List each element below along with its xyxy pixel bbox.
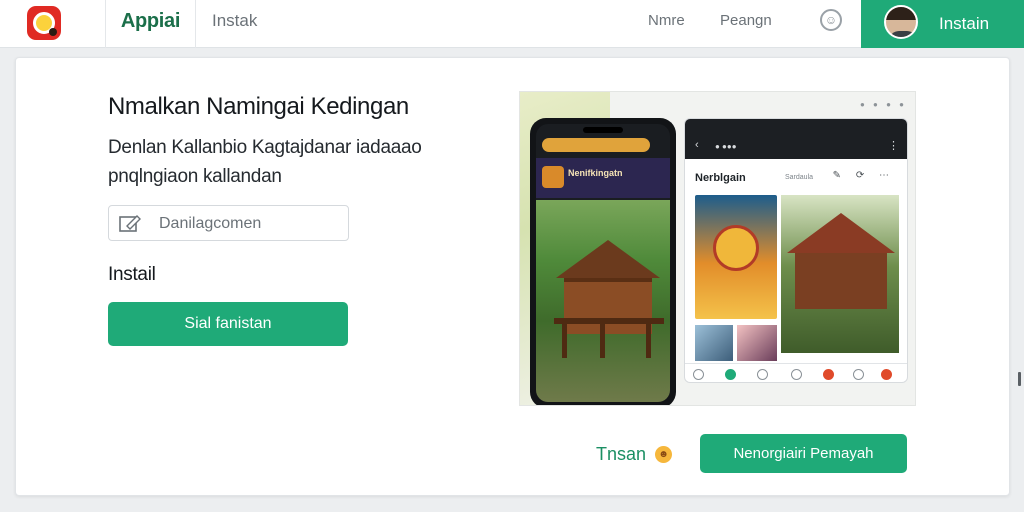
house-photo xyxy=(536,200,670,402)
nav-clock-icon xyxy=(791,369,802,380)
thumbnail-image xyxy=(695,325,733,361)
tnsan-link[interactable]: Tnsan xyxy=(596,444,646,465)
scrollbar-thumb[interactable] xyxy=(1018,372,1021,386)
main-card: Nmalkan Namingai Kedingan Denlan Kallanb… xyxy=(15,57,1010,496)
secondary-button[interactable]: Nenorgiairi Pemayah xyxy=(700,434,907,473)
nav-home-icon xyxy=(693,369,704,380)
phone-banner-label: Nenifkingatn xyxy=(568,168,623,178)
tablet-subtitle: Sardaula xyxy=(785,174,814,181)
nav-alert-icon xyxy=(881,369,892,380)
edit-icon xyxy=(119,215,141,232)
avatar[interactable] xyxy=(884,5,918,39)
search-field[interactable] xyxy=(108,205,349,241)
tab-instak[interactable]: Instak xyxy=(212,0,257,48)
more-icon: ⋮ xyxy=(888,140,899,152)
search-input[interactable] xyxy=(159,212,339,236)
window-controls-icon: ● ● ● ● xyxy=(860,100,907,109)
brand-name[interactable]: Appiai xyxy=(106,0,196,48)
tablet-bottom-nav xyxy=(685,363,907,382)
app-logo-icon[interactable] xyxy=(27,6,61,40)
nav-face-icon xyxy=(757,369,768,380)
back-arrow-icon: ‹ xyxy=(695,139,699,151)
phone-app-banner: Nenifkingatn xyxy=(536,158,670,198)
share-icons: ✎ ⟳ ⋯ xyxy=(832,170,895,181)
nav-chat-icon xyxy=(725,369,736,380)
tablet-toolbar: ‹ ● ●●● ⋮ xyxy=(685,133,907,159)
phone-search-bar xyxy=(542,138,650,152)
house-large-photo xyxy=(781,195,899,353)
tablet-mockup: ‹ ● ●●● ⋮ Nerblgain Sardaula ✎ ⟳ ⋯ xyxy=(684,118,908,383)
nav-record-icon xyxy=(823,369,834,380)
emoji-icon: ☻ xyxy=(655,446,672,463)
logo-cell xyxy=(0,0,106,48)
smiley-icon[interactable]: ☺ xyxy=(820,9,842,31)
top-bar: Appiai Instak Nmre Peangn ☺ Instain xyxy=(0,0,1024,48)
phone-mockup: Nenifkingatn xyxy=(530,118,676,405)
poster-image xyxy=(695,195,777,319)
app-preview-image: ● ● ● ● Nenifkingatn ‹ ● ●●● ⋮ Nerblgain… xyxy=(519,91,916,406)
nav-link-peangn[interactable]: Peangn xyxy=(720,0,772,48)
primary-install-button[interactable]: Sial fanistan xyxy=(108,302,348,346)
install-section-label: Instail xyxy=(108,264,156,285)
tablet-title: Nerblgain xyxy=(695,172,746,184)
nav-circle-icon xyxy=(853,369,864,380)
nav-link-nmre[interactable]: Nmre xyxy=(648,0,685,48)
hero-title: Nmalkan Namingai Kedingan xyxy=(108,93,409,120)
banner-app-icon xyxy=(542,166,564,188)
hero-subtitle: Denlan Kallanbio Kagtajdanar iadaaao pnq… xyxy=(108,137,422,187)
thumbnail-image xyxy=(737,325,777,361)
